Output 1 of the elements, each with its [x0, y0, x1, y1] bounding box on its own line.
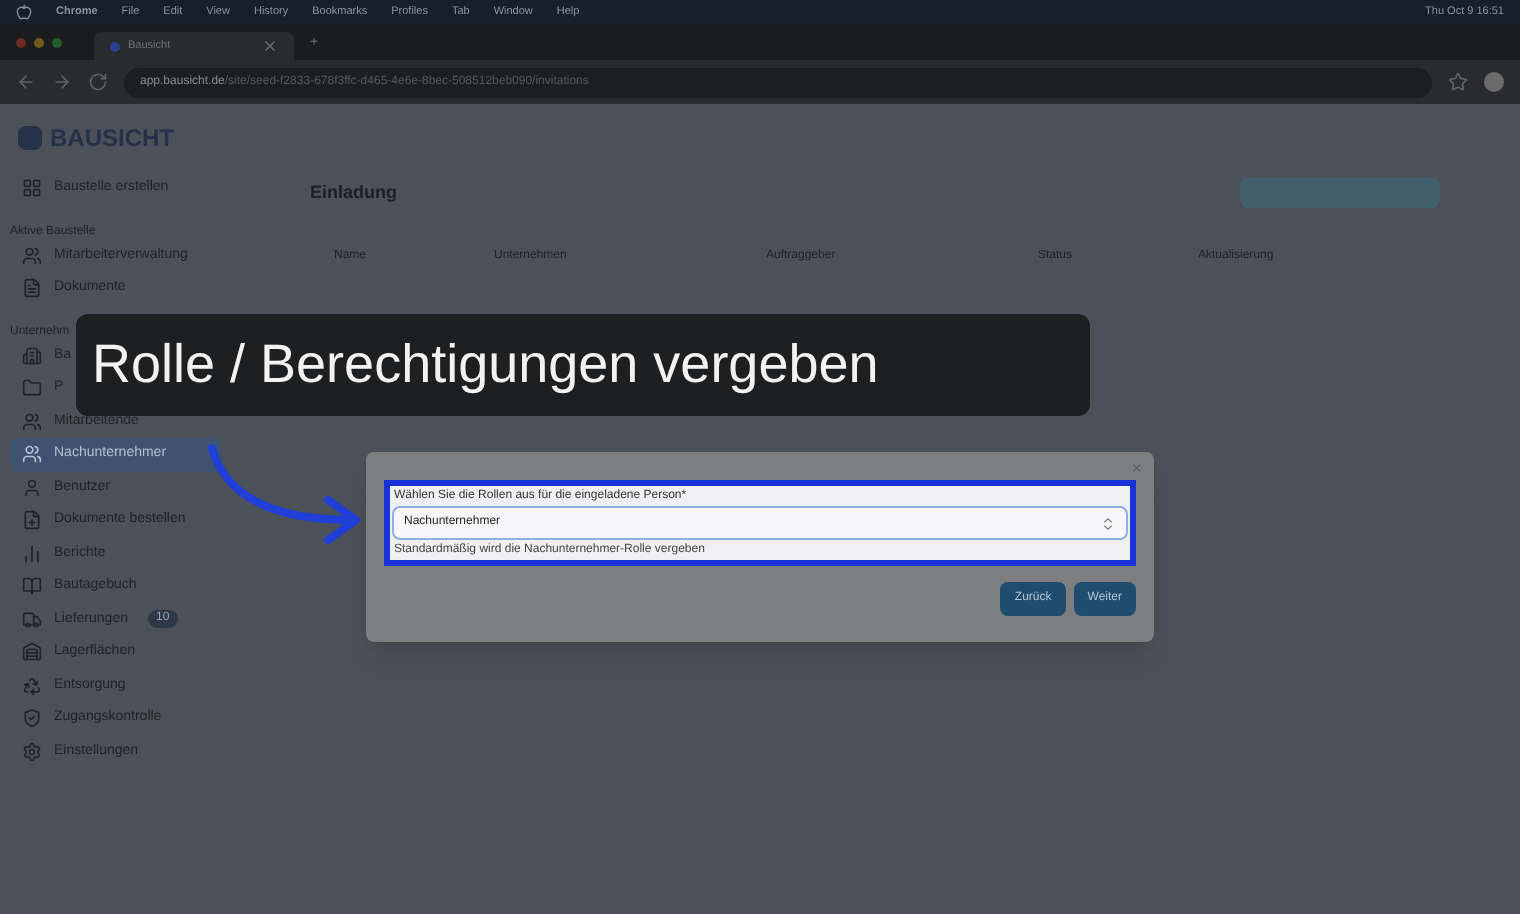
callout-box: Rolle / Berechtigungen vergeben [76, 314, 1090, 416]
